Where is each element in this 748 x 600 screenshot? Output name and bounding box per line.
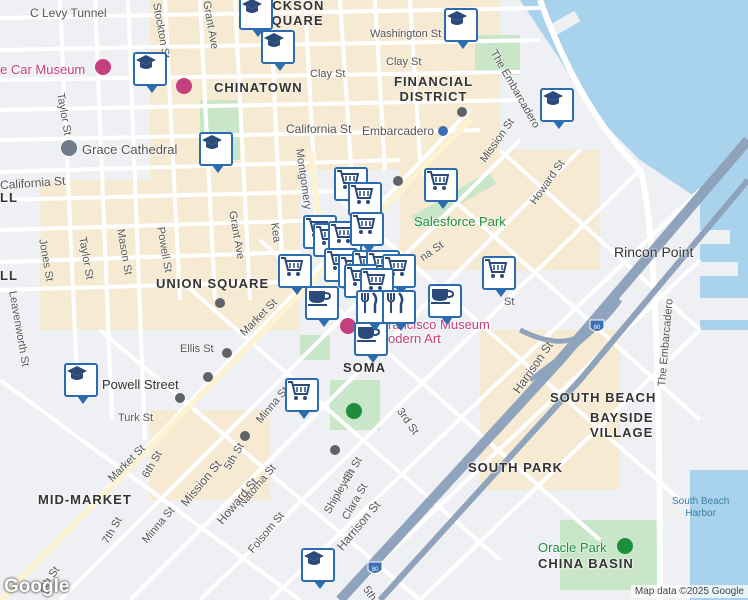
car-museum-marker xyxy=(95,59,111,75)
district-soma: SOMA xyxy=(343,360,386,375)
district-ll-1: LL xyxy=(0,190,18,205)
shopping-pin[interactable] xyxy=(278,254,312,295)
pier xyxy=(690,298,748,320)
shopping-pin[interactable] xyxy=(285,378,319,419)
oracle-park-marker xyxy=(617,538,633,554)
shopping-cart-icon xyxy=(485,259,508,278)
fork-knife-icon xyxy=(361,292,378,313)
shopping-cart-icon xyxy=(288,381,311,400)
shopping-pin[interactable] xyxy=(424,168,458,209)
coffee-cup-icon xyxy=(431,289,454,304)
district-bayside-village: BAYSIDE VILLAGE xyxy=(590,410,654,440)
district-china-basin: CHINA BASIN xyxy=(538,556,634,571)
shopping-cart-icon xyxy=(351,185,374,204)
i80-shield: 80 xyxy=(589,319,605,332)
district-south-beach: SOUTH BEACH xyxy=(550,390,657,405)
shopping-cart-icon xyxy=(353,215,376,234)
street-kearny: Kea xyxy=(268,222,283,244)
graduation-cap-icon xyxy=(242,0,262,13)
street-washington: Washington St xyxy=(370,28,442,40)
school-pin[interactable] xyxy=(444,8,478,49)
embarcadero-transit-marker xyxy=(438,126,448,136)
school-pin[interactable] xyxy=(64,363,98,404)
school-pin[interactable] xyxy=(301,548,335,589)
restaurant-pin[interactable] xyxy=(382,290,416,331)
cafe-pin[interactable] xyxy=(305,286,339,327)
yerba-buena-marker xyxy=(346,403,362,419)
svg-text:80: 80 xyxy=(372,567,379,573)
svg-text:80: 80 xyxy=(594,325,601,331)
shopping-cart-icon xyxy=(281,257,304,276)
district-chinatown: CHINATOWN xyxy=(214,80,303,95)
street-turk: Turk St xyxy=(118,412,154,424)
google-logo: Google xyxy=(4,576,70,597)
grace-cathedral-marker xyxy=(61,140,77,156)
fork-knife-icon xyxy=(387,292,404,313)
chinatown-museum-marker xyxy=(176,78,192,94)
graduation-cap-icon xyxy=(447,11,467,25)
district-mid-market: MID-MARKET xyxy=(38,492,132,507)
coffee-cup-icon xyxy=(308,291,331,306)
graduation-cap-icon xyxy=(264,33,284,47)
graduation-cap-icon xyxy=(136,55,156,69)
district-ll-2: LL xyxy=(0,268,18,283)
poi-car-museum[interactable]: e Car Museum xyxy=(0,62,85,77)
shopping-cart-icon xyxy=(363,271,386,290)
school-pin[interactable] xyxy=(239,0,273,37)
street-clay: Clay St xyxy=(310,68,346,80)
district-financial: FINANCIAL DISTRICT xyxy=(394,74,474,104)
street-ellis: Ellis St xyxy=(180,343,214,355)
street-california: California St xyxy=(286,122,352,136)
graduation-cap-icon xyxy=(543,91,563,105)
district-south-park: SOUTH PARK xyxy=(468,460,563,475)
poi-grace-cathedral[interactable]: Grace Cathedral xyxy=(82,142,177,157)
street-st-near: St xyxy=(504,296,515,308)
graduation-cap-icon xyxy=(67,366,87,380)
poi-oracle-park[interactable]: Oracle Park xyxy=(538,540,607,555)
map-attribution[interactable]: Map data ©2025 Google xyxy=(630,585,748,598)
street-tunnel: C Levy Tunnel xyxy=(30,6,107,20)
school-pin[interactable] xyxy=(133,52,167,93)
shopping-pin[interactable] xyxy=(482,256,516,297)
map-canvas[interactable]: 80 80 ACKSON SQUARE CHINATOWN FINANCIAL … xyxy=(0,0,748,600)
street-powell-station: Powell Street xyxy=(102,377,179,392)
cafe-pin[interactable] xyxy=(428,284,462,325)
school-pin[interactable] xyxy=(199,132,233,173)
school-pin[interactable] xyxy=(261,30,295,71)
street-embarcadero: Embarcadero xyxy=(362,124,435,138)
shopping-cart-icon xyxy=(427,171,450,190)
shopping-pin[interactable] xyxy=(348,182,382,223)
graduation-cap-icon xyxy=(304,551,324,565)
shopping-pin[interactable] xyxy=(350,212,384,253)
poi-salesforce-park[interactable]: Salesforce Park xyxy=(414,214,506,229)
street-rincon-point: Rincon Point xyxy=(614,244,694,260)
i80-shield: 80 xyxy=(367,561,383,574)
graduation-cap-icon xyxy=(202,135,222,149)
water-south-beach-harbor: South Beach Harbor xyxy=(672,496,730,519)
school-pin[interactable] xyxy=(540,88,574,129)
street-clay-east: Clay St xyxy=(386,56,422,68)
district-union-square: UNION SQUARE xyxy=(156,276,270,291)
